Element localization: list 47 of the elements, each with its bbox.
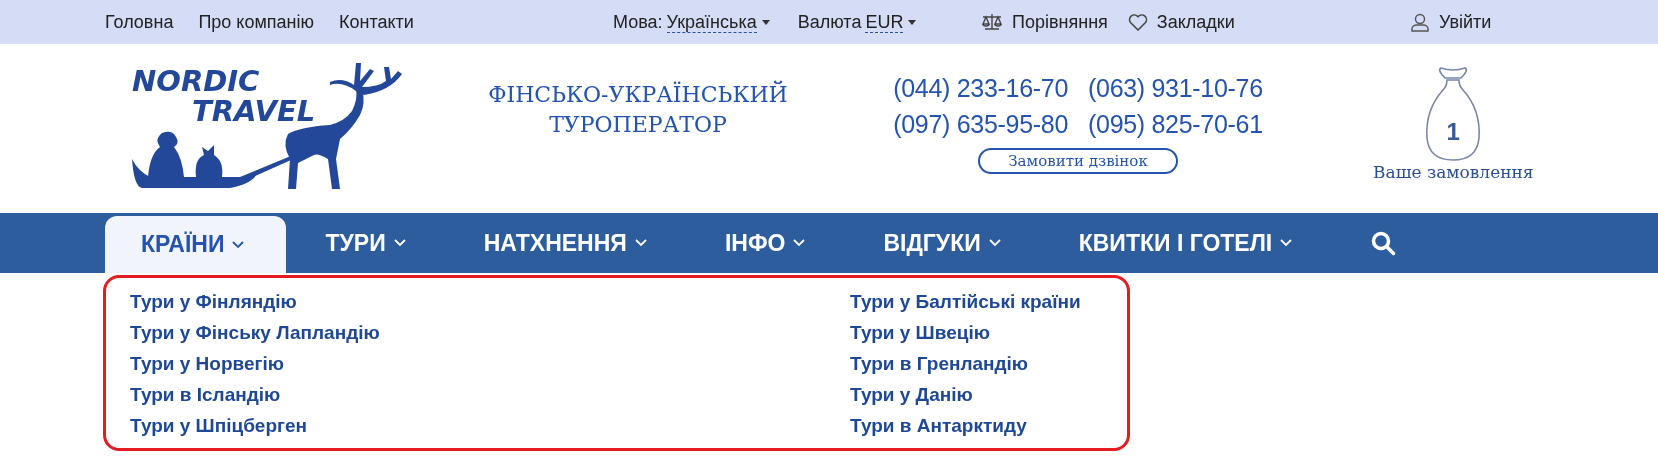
compare-link[interactable]: Порівняння: [1012, 11, 1108, 33]
tagline-text: ТУРОПЕРАТОР: [548, 111, 728, 139]
menu-link[interactable]: Тури у Швецію: [850, 317, 1081, 348]
heart-icon: [1127, 13, 1148, 31]
phone-link[interactable]: (044) 233-16-70: [893, 72, 1068, 104]
nav-tab[interactable]: ІНФО: [685, 213, 845, 273]
login-link[interactable]: Увійти: [1439, 11, 1492, 33]
chevron-icon: [793, 239, 806, 247]
nav-link[interactable]: Головна: [105, 11, 174, 33]
callback-button[interactable]: Замовити дзвінок: [978, 148, 1178, 174]
menu-link[interactable]: Тури у Норвегію: [130, 348, 850, 379]
dropdown-selector[interactable]: EUR: [865, 11, 904, 33]
scales-icon: [981, 13, 1003, 31]
menu-link[interactable]: Тури у Фінську Лапландію: [130, 317, 850, 348]
phone-link[interactable]: (095) 825-70-61: [1088, 108, 1263, 140]
nav-link[interactable]: Контакти: [339, 11, 414, 33]
bookmarks-link[interactable]: Закладки: [1156, 11, 1235, 33]
cart-count: 1: [1446, 118, 1460, 146]
nav-link[interactable]: Про компанію: [198, 11, 314, 33]
order-link[interactable]: Ваше замовлення: [1373, 162, 1534, 182]
menu-link[interactable]: Тури у Шпіцберген: [130, 410, 850, 441]
user-icon: [1411, 12, 1429, 32]
chevron-icon: [1280, 239, 1293, 247]
selector-label: Валюта: [797, 11, 862, 33]
chevron-icon: [232, 240, 245, 249]
chevron-icon: [634, 239, 647, 247]
menu-link[interactable]: Тури у Балтійські країни: [850, 286, 1081, 317]
chevron-icon: [988, 239, 1001, 247]
search-icon: [1371, 230, 1397, 256]
nav-tab[interactable]: КРАЇНИ: [105, 216, 287, 273]
chevron-icon: [393, 239, 406, 247]
caret-icon: [908, 19, 917, 25]
nav-tab[interactable]: НАТХНЕННЯ: [444, 213, 686, 273]
nav-tab[interactable]: ТУРИ: [286, 213, 445, 273]
tagline-text: ФІНСЬКО-УКРАЇНСЬКИЙ: [488, 80, 788, 109]
menu-link[interactable]: Тури у Данію: [850, 379, 1081, 410]
caret-icon: [761, 19, 770, 25]
dropdown-selector[interactable]: Українська: [666, 11, 757, 33]
menu-link[interactable]: Тури в Гренландію: [850, 348, 1081, 379]
menu-link[interactable]: Тури в Антарктиду: [850, 410, 1081, 441]
nav-tab[interactable]: КВИТКИ І ГОТЕЛІ: [1039, 213, 1332, 273]
menu-link[interactable]: Тури у Фінляндію: [130, 286, 850, 317]
phone-link[interactable]: (063) 931-10-76: [1088, 72, 1263, 104]
selector-label: Мова:: [613, 11, 663, 33]
phone-link[interactable]: (097) 635-95-80: [893, 108, 1068, 140]
nav-tab[interactable]: ВІДГУКИ: [844, 213, 1040, 273]
menu-link[interactable]: Тури в Ісландію: [130, 379, 850, 410]
